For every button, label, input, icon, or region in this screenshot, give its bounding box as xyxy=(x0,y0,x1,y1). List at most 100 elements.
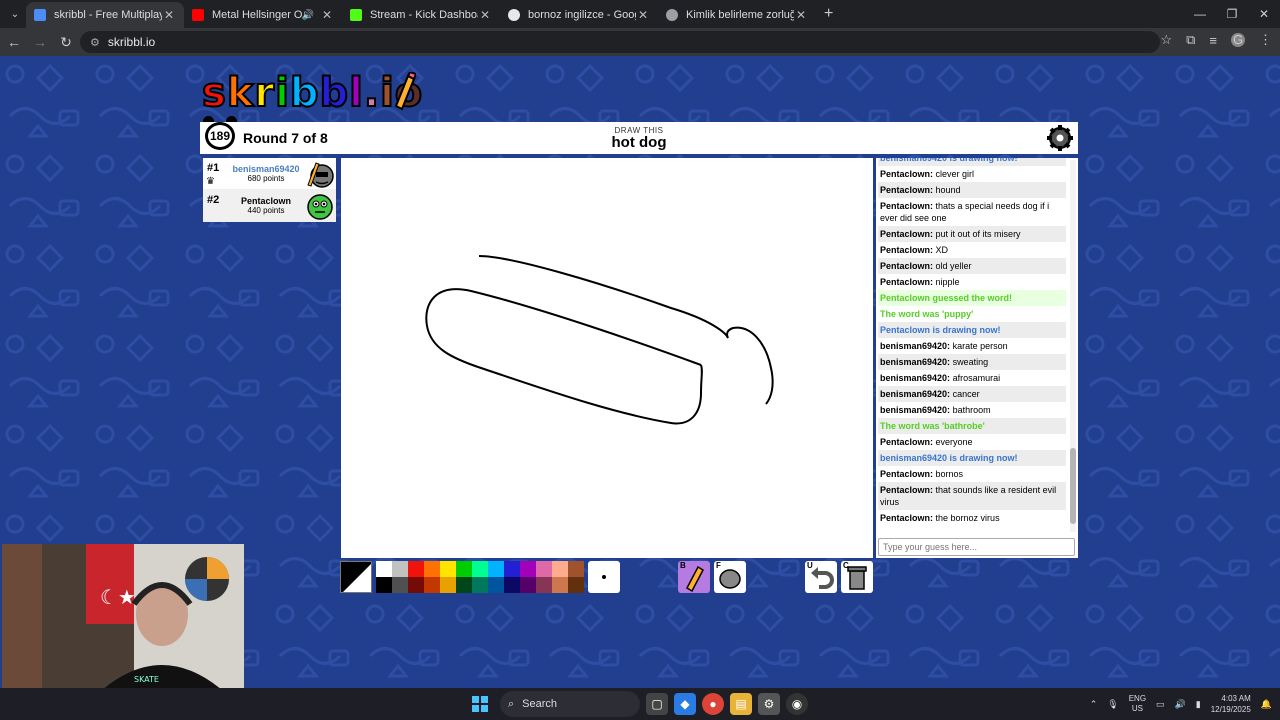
guess-input[interactable] xyxy=(878,538,1075,556)
palette-color-swatch[interactable] xyxy=(488,577,504,593)
brush-tool-button[interactable]: B xyxy=(678,561,710,593)
palette-color-swatch[interactable] xyxy=(424,561,440,577)
tool-shortcut-key: C xyxy=(843,561,849,570)
palette-color-swatch[interactable] xyxy=(392,561,408,577)
tab-kick-dashboard[interactable]: Stream - Kick Dashboard ✕ xyxy=(342,2,500,28)
copilot-icon[interactable]: ◆ xyxy=(674,693,696,715)
palette-color-swatch[interactable] xyxy=(536,561,552,577)
chat-scrollbar[interactable] xyxy=(1070,160,1076,532)
clock[interactable]: 4:03 AM 12/19/2025 xyxy=(1211,693,1251,715)
current-color-swatch[interactable] xyxy=(340,561,372,593)
skribbl-logo: skribbl.io xyxy=(201,69,423,117)
palette-color-swatch[interactable] xyxy=(472,577,488,593)
palette-color-swatch[interactable] xyxy=(504,561,520,577)
chat-message: Pentaclown: the bornoz virus xyxy=(878,510,1066,526)
language-indicator[interactable]: ENG US xyxy=(1129,694,1146,714)
taskbar-search[interactable]: ⌕ Search xyxy=(500,691,640,717)
battery-icon[interactable]: ▮ xyxy=(1196,699,1201,710)
chat-message: benisman69420: sweating xyxy=(878,354,1066,370)
close-tab-icon[interactable]: ✕ xyxy=(636,8,650,22)
palette-color-swatch[interactable] xyxy=(520,561,536,577)
restore-icon[interactable]: ❐ xyxy=(1216,0,1248,28)
palette-color-swatch[interactable] xyxy=(408,577,424,593)
close-tab-icon[interactable]: ✕ xyxy=(794,8,808,22)
menu-dots-icon[interactable]: ⋮ xyxy=(1259,32,1272,48)
profile-avatar-icon[interactable]: G xyxy=(1231,33,1245,47)
palette-color-swatch[interactable] xyxy=(392,577,408,593)
color-diagonal-icon xyxy=(341,562,371,592)
site-info-icon[interactable]: ⚙ xyxy=(90,36,100,49)
volume-icon[interactable]: 🔊 xyxy=(1175,699,1186,710)
back-icon[interactable]: ← xyxy=(2,34,26,50)
bookmark-star-icon[interactable]: ☆ xyxy=(1160,32,1172,48)
palette-color-swatch[interactable] xyxy=(568,561,584,577)
close-tab-icon[interactable]: ✕ xyxy=(320,8,334,22)
palette-color-swatch[interactable] xyxy=(456,561,472,577)
chat-message: Pentaclown: everyone xyxy=(878,434,1066,450)
palette-color-swatch[interactable] xyxy=(376,561,392,577)
reload-icon[interactable]: ↻ xyxy=(54,34,78,51)
player-points: 680 points xyxy=(247,174,285,183)
palette-color-swatch[interactable] xyxy=(568,577,584,593)
logo-letter: l xyxy=(348,69,364,117)
logo-letter: s xyxy=(201,69,227,117)
file-explorer-icon[interactable]: ▤ xyxy=(730,693,752,715)
chat-text: clever girl xyxy=(935,169,975,179)
omnibox[interactable]: ⚙ skribbl.io xyxy=(80,31,1160,53)
windows-taskbar: ⌕ Search ▢ ◆ ● ▤ ⚙ ◉ ⌃ 🎙 ENG US ▭ 🔊 ▮ 4:… xyxy=(0,688,1280,720)
tab-google-search[interactable]: bornoz ingilizce - Google Search ✕ xyxy=(500,2,658,28)
close-window-icon[interactable]: ✕ xyxy=(1248,0,1280,28)
palette-color-swatch[interactable] xyxy=(376,577,392,593)
tab-title: Stream - Kick Dashboard xyxy=(370,9,478,21)
palette-color-swatch[interactable] xyxy=(472,561,488,577)
tab-search-icon[interactable]: ⌄ xyxy=(4,3,26,25)
palette-color-swatch[interactable] xyxy=(424,577,440,593)
palette-color-swatch[interactable] xyxy=(440,561,456,577)
minimize-icon[interactable]: — xyxy=(1184,0,1216,28)
new-tab-icon[interactable]: + xyxy=(824,5,833,23)
close-tab-icon[interactable]: ✕ xyxy=(478,8,492,22)
lang-top: ENG xyxy=(1128,694,1147,703)
palette-color-swatch[interactable] xyxy=(536,577,552,593)
speaker-icon[interactable]: 🔊 xyxy=(302,10,314,21)
chrome-icon[interactable]: ● xyxy=(702,693,724,715)
palette-color-swatch[interactable] xyxy=(552,561,568,577)
extensions-icon[interactable]: ⧉ xyxy=(1186,32,1195,48)
palette-color-swatch[interactable] xyxy=(408,561,424,577)
windows-start-icon[interactable] xyxy=(472,696,488,712)
network-icon[interactable]: ▭ xyxy=(1156,699,1165,710)
clear-button[interactable]: C xyxy=(841,561,873,593)
close-tab-icon[interactable]: ✕ xyxy=(162,8,176,22)
undo-button[interactable]: U xyxy=(805,561,837,593)
settings-gear-icon[interactable] xyxy=(1046,124,1074,152)
player-row[interactable]: #1 ♛ benisman69420 680 points xyxy=(203,158,336,190)
palette-color-swatch[interactable] xyxy=(456,577,472,593)
fill-tool-button[interactable]: F xyxy=(714,561,746,593)
palette-color-swatch[interactable] xyxy=(520,577,536,593)
palette-color-swatch[interactable] xyxy=(488,561,504,577)
chat-text: put it out of its misery xyxy=(935,229,1021,239)
chat-text: bathroom xyxy=(952,405,991,415)
player-row[interactable]: #2 Pentaclown 440 points xyxy=(203,190,336,222)
brush-size-button[interactable] xyxy=(588,561,620,593)
task-view-icon[interactable]: ▢ xyxy=(646,693,668,715)
tab-kimlik[interactable]: Kimlik belirleme zorluğu ✕ xyxy=(658,2,816,28)
palette-color-swatch[interactable] xyxy=(552,577,568,593)
notification-icon[interactable]: 🔔 xyxy=(1261,699,1272,710)
tab-skribbl[interactable]: skribbl - Free Multiplayer Drawing ✕ xyxy=(26,2,184,28)
forward-icon[interactable]: → xyxy=(28,34,52,50)
chat-username: benisman69420: xyxy=(880,341,951,351)
tab-metal-hellsinger[interactable]: Metal Hellsinger OST - Through 🔊 ✕ xyxy=(184,2,342,28)
palette-color-swatch[interactable] xyxy=(440,577,456,593)
settings-app-icon[interactable]: ⚙ xyxy=(758,693,780,715)
microphone-icon[interactable]: 🎙 xyxy=(1107,699,1118,710)
scroll-thumb[interactable] xyxy=(1070,448,1076,524)
drawing-canvas[interactable] xyxy=(341,158,873,558)
player-rank: #1 xyxy=(207,162,220,174)
tray-chevron-icon[interactable]: ⌃ xyxy=(1090,699,1098,710)
obs-icon[interactable]: ◉ xyxy=(786,693,808,715)
media-controls-icon[interactable]: ≡ xyxy=(1209,33,1217,48)
chat-message-list[interactable]: benisman69420 is drawing now! Pentaclown:… xyxy=(878,158,1066,533)
chat-message: benisman69420 is drawing now! xyxy=(878,450,1066,466)
palette-color-swatch[interactable] xyxy=(504,577,520,593)
